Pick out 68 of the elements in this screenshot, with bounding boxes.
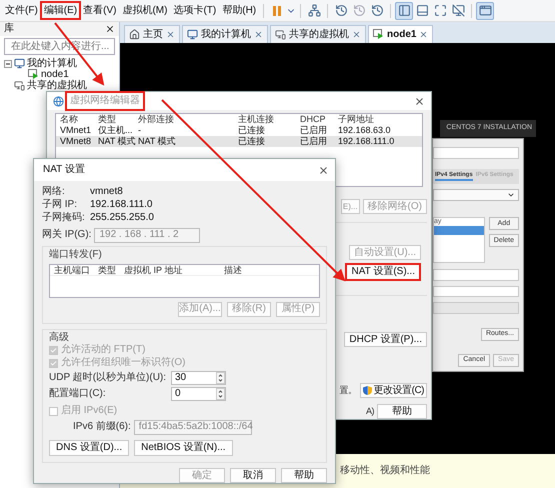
button[interactable]: DNS 设置(D)...	[49, 440, 130, 456]
table-cell-text: 已启用	[300, 136, 328, 147]
table-cell-text: 仅主机...	[98, 125, 134, 136]
tab[interactable]: 主页	[124, 25, 180, 43]
tab[interactable]: 我的计算机	[182, 25, 268, 43]
column-header: 类型	[98, 114, 117, 125]
column-header: 描述	[224, 264, 243, 275]
field-label: 配置端口(C):	[49, 388, 107, 400]
column-header: 外部连接	[138, 114, 175, 125]
field-label: 网关 IP(G):	[42, 229, 92, 241]
number-spinner[interactable]: 30	[171, 371, 226, 385]
field-label: UDP 超时(以秒为单位)(U):	[49, 372, 168, 384]
column-header: 子网地址	[338, 114, 375, 125]
field-value: 192.168.111.0	[90, 199, 152, 211]
field-label: 子网掩码:	[42, 212, 86, 224]
menu-item[interactable]: 查看(V)	[80, 2, 120, 20]
change-settings-button[interactable]: 更改设置(C)	[360, 383, 427, 398]
column-header: 类型	[98, 264, 117, 275]
table-row[interactable]: VMnet1 仅主机... - 已连接 已启用 192.168.63.0	[56, 125, 422, 136]
tree-item[interactable]: 我的计算机	[27, 58, 77, 68]
dhcp-settings-button[interactable]: DHCP 设置(P)...	[344, 332, 427, 347]
panel-title: 库	[4, 23, 14, 35]
dialog-title: NAT 设置	[42, 162, 86, 178]
info-text: 移动性、视频和性能	[340, 465, 430, 477]
notice-text: 置。	[340, 385, 357, 396]
menu-item[interactable]: 帮助(H)	[219, 2, 260, 20]
menu-item[interactable]: 文件(F)	[2, 2, 41, 20]
table-cell-text: NAT 模式	[98, 136, 137, 147]
tab[interactable]: 共享的虚拟机	[270, 25, 366, 43]
menu-item[interactable]: 虚拟机(M)	[119, 2, 170, 20]
menu-item[interactable]: 选项卡(T)	[170, 2, 220, 20]
field-value: vmnet8	[90, 186, 123, 198]
number-spinner[interactable]: 0	[171, 387, 226, 401]
tab[interactable]: node1	[368, 25, 434, 43]
table-cell-text: NAT 模式	[138, 136, 177, 147]
table-cell-text: VMnet8	[60, 136, 92, 147]
column-header: 名称	[60, 114, 79, 125]
help-button[interactable]: 帮助	[377, 404, 427, 419]
table-cell-text: 已连接	[238, 136, 266, 147]
column-header: DHCP	[300, 114, 327, 125]
group-title: 高级	[49, 332, 70, 343]
table-cell-text: 192.168.111.0	[338, 136, 396, 147]
table-cell-text: -	[138, 125, 142, 136]
menu-item[interactable]: 编辑(E)	[40, 2, 80, 20]
field-value: 255.255.255.0	[90, 212, 154, 224]
checkbox-label: 允许任何组织唯一标识符(O)	[61, 357, 186, 369]
field-label: 网络:	[42, 186, 66, 198]
button[interactable]: 取消	[230, 468, 276, 483]
column-header: 主机连接	[238, 114, 275, 125]
button[interactable]: NetBIOS 设置(N)...	[134, 440, 233, 456]
tree-item[interactable]: node1	[41, 70, 69, 80]
button[interactable]: 帮助	[281, 468, 327, 483]
column-header: 主机端口	[54, 264, 91, 275]
checkbox-label: 允许活动的 FTP(T)	[61, 344, 146, 356]
table-cell-text: 192.168.63.0	[338, 125, 392, 136]
apply-button[interactable]: A)	[366, 406, 374, 417]
window-title: 虚拟网络编辑器	[67, 93, 143, 109]
field-label: 子网 IP:	[42, 199, 78, 211]
table-cell-text: VMnet1	[60, 125, 92, 136]
table-cell-text: 已连接	[238, 125, 266, 136]
table-cell-text: 已启用	[300, 125, 328, 136]
table-row[interactable]: VMnet8 NAT 模式 NAT 模式 已连接 已启用 192.168.111.0	[56, 136, 422, 147]
checkbox-label: 启用 IPv6(E)	[61, 405, 118, 417]
tree-item[interactable]: 共享的虚拟机	[27, 80, 87, 90]
field-label: IPv6 前缀(6):	[73, 421, 131, 433]
group-title: 端口转发(F)	[49, 249, 103, 260]
column-header: 虚拟机 IP 地址	[124, 264, 184, 275]
nat-settings-button[interactable]: NAT 设置(S)...	[345, 263, 421, 281]
